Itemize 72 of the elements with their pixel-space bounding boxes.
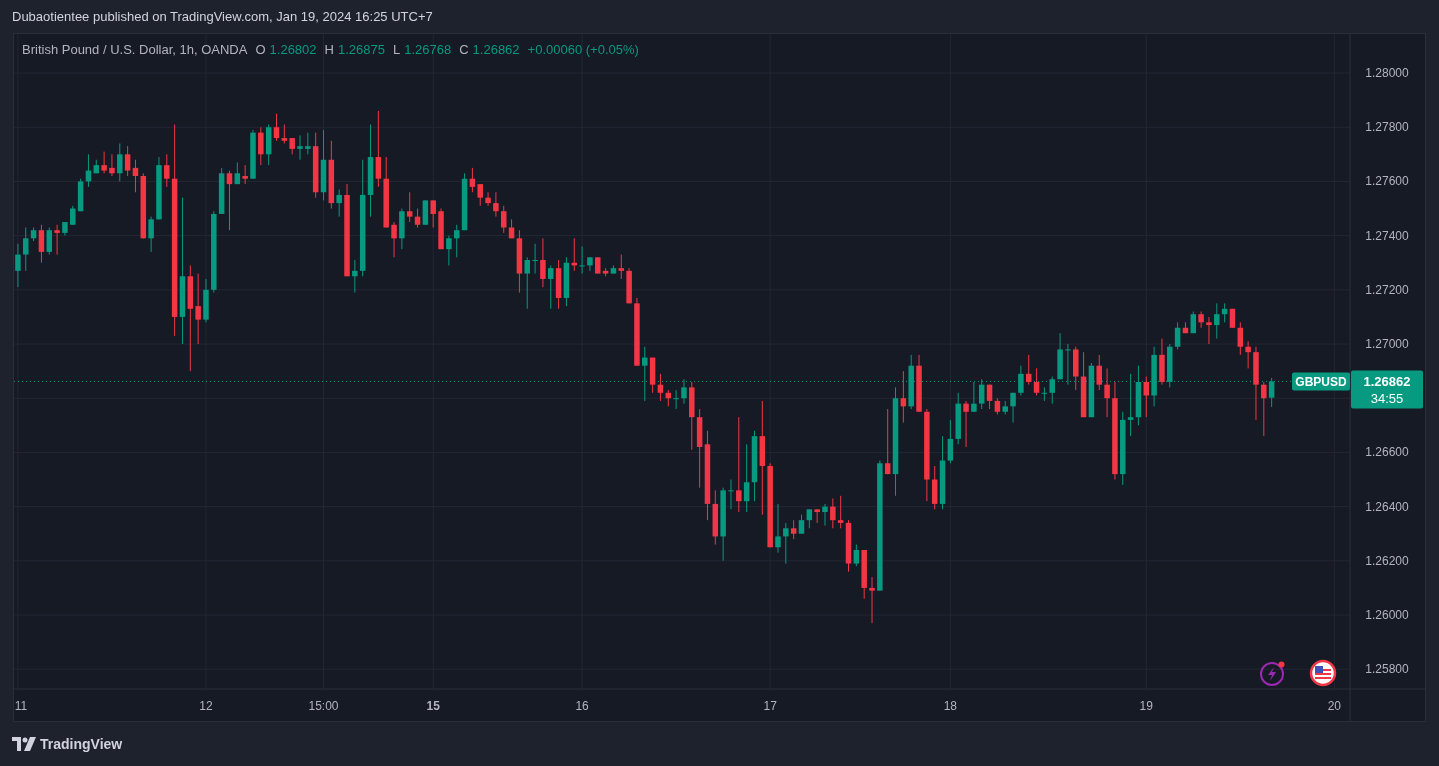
price-axis-label: 1.26200 [1365, 553, 1409, 568]
price-axis-label: 1.26400 [1365, 499, 1409, 514]
ohlc-label: L [392, 42, 401, 57]
candlestick [485, 191, 491, 207]
price-axis-label: 1.27200 [1365, 282, 1409, 297]
candlestick [391, 221, 397, 258]
symbol-title: British Pound / U.S. Dollar, 1h, OANDA [22, 42, 248, 57]
time-axis-label: 11 [14, 699, 28, 713]
candlestick [634, 297, 640, 367]
candlestick [1018, 365, 1024, 396]
candlestick [1206, 316, 1212, 345]
candlestick [15, 243, 21, 288]
price-axis-label: 1.27000 [1365, 337, 1409, 351]
price-axis-label: 1.27600 [1365, 174, 1409, 189]
candlestick [156, 156, 162, 220]
candlestick [250, 129, 256, 180]
time-axis-label: 12 [199, 699, 213, 713]
time-axis-label: 17 [763, 699, 777, 713]
candlestick [1159, 338, 1165, 386]
candlestick [587, 256, 593, 272]
price-axis-label: 1.25800 [1365, 662, 1409, 677]
candlestick [438, 208, 444, 250]
price-axis-label: 1.26000 [1365, 608, 1409, 622]
last-price-label: 1.26862 [1363, 374, 1411, 390]
publisher-caption: Dubaotientee published on TradingView.com, Jan 19, 2024 16:25 UTC+7 [12, 9, 433, 24]
candlestick [540, 237, 546, 288]
price-change: +0.00060 (+0.05%) [527, 42, 639, 57]
candlestick [822, 503, 828, 527]
ohlc-value: 1.26768 [404, 42, 452, 57]
candlestick [54, 224, 60, 256]
price-axis-label: 1.27400 [1365, 228, 1409, 243]
candlestick [203, 278, 209, 323]
candlestick [916, 354, 922, 413]
candlestick [728, 479, 734, 510]
candlestick [963, 400, 969, 448]
time-axis-label: 20 [1327, 699, 1341, 713]
price-axis-label: 1.26600 [1365, 445, 1409, 460]
time-axis-label: 18 [943, 699, 958, 713]
price-tag [1351, 370, 1423, 409]
candlestick [493, 191, 499, 218]
candlestick [681, 378, 687, 405]
candlestick [1057, 332, 1063, 380]
price-axis-label: 1.28000 [1365, 66, 1409, 80]
candlestick [1065, 343, 1071, 386]
ohlc-value: 1.26862 [472, 42, 520, 57]
ohlc-label: H [324, 42, 334, 57]
candlestick [532, 243, 538, 275]
countdown-label: 34:55 [1370, 391, 1404, 407]
time-axis-label: 16 [575, 699, 589, 713]
candlestick [579, 245, 585, 275]
brand-name: TradingView [40, 736, 123, 752]
ohlc-label: O [255, 42, 266, 57]
lightning-icon[interactable] [1259, 659, 1287, 687]
candlestick [869, 576, 875, 624]
time-axis-label: 19 [1139, 699, 1153, 713]
candlestick [1104, 367, 1110, 418]
ohlc-value: 1.26802 [269, 42, 317, 57]
flag-icon[interactable] [1309, 659, 1337, 687]
ohlc-value: 1.26875 [337, 42, 385, 57]
time-axis-label: 15 [426, 699, 440, 713]
ohlc-label: C [459, 42, 469, 57]
candlestick [626, 267, 632, 304]
logo-icon [12, 737, 36, 751]
candlestick [62, 221, 68, 237]
candlestick [109, 153, 115, 177]
symbol-tag: GBPUSD [1292, 372, 1350, 391]
candlestick [775, 503, 781, 554]
price-axis-label: 1.27800 [1365, 120, 1409, 135]
candlestick [1151, 346, 1157, 407]
candlestick [1010, 392, 1016, 424]
time-axis-label: 15:00 [308, 699, 339, 713]
candlestick [297, 134, 303, 161]
